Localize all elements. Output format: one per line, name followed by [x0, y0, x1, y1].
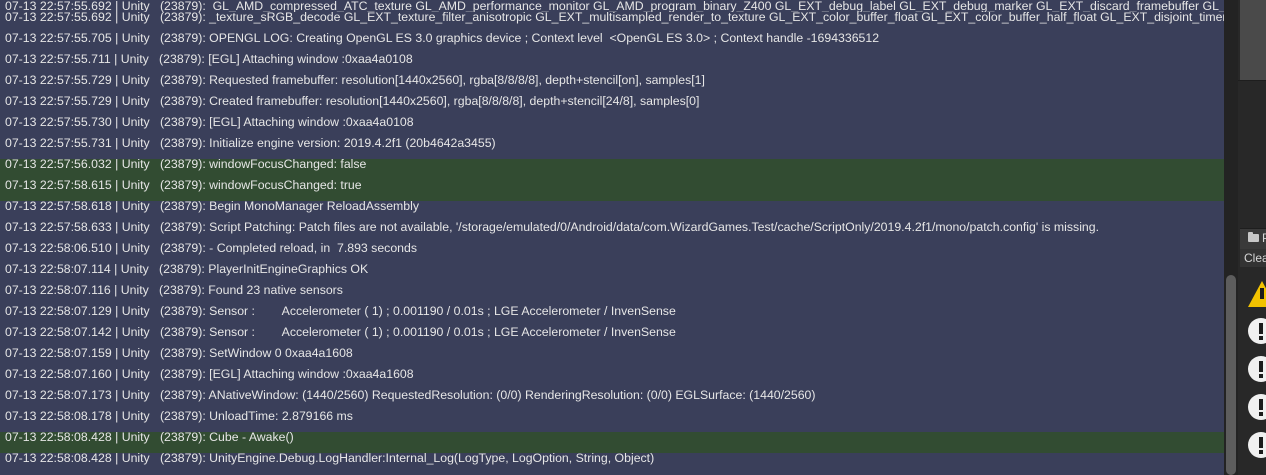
log-row-text: 07-13 22:58:07.173 | Unity (23879): ANat…	[5, 390, 816, 402]
log-row[interactable]: 07-13 22:57:56.032 | Unity (23879): wind…	[0, 159, 1224, 180]
log-row-text: 07-13 22:58:07.159 | Unity (23879): SetW…	[5, 348, 353, 360]
log-row-text: 07-13 22:57:58.618 | Unity (23879): Begi…	[5, 201, 420, 213]
log-row-text: 07-13 22:57:55.729 | Unity (23879): Crea…	[5, 96, 700, 108]
log-row-text: 07-13 22:58:08.178 | Unity (23879): Unlo…	[5, 411, 353, 423]
log-row-text: 07-13 22:58:07.129 | Unity (23879): Sens…	[5, 306, 676, 318]
log-row-text: 07-13 22:58:08.428 | Unity (23879): Unit…	[5, 453, 655, 465]
side-panel: P Clea	[1238, 0, 1266, 475]
error-icon[interactable]	[1248, 394, 1266, 420]
log-row-text: 07-13 22:57:55.730 | Unity (23879): [EGL…	[5, 117, 414, 129]
log-row[interactable]: 07-13 22:58:07.160 | Unity (23879): [EGL…	[0, 369, 1224, 390]
log-row[interactable]: 07-13 22:57:55.705 | Unity (23879): OPEN…	[0, 33, 1224, 54]
warning-icon[interactable]	[1248, 281, 1266, 307]
log-row[interactable]: 07-13 22:58:07.173 | Unity (23879): ANat…	[0, 390, 1224, 411]
scrollbar-thumb[interactable]	[1226, 275, 1236, 475]
log-row[interactable]: 07-13 22:58:08.428 | Unity (23879): Cube…	[0, 432, 1224, 453]
log-row[interactable]: 07-13 22:57:55.711 | Unity (23879): [EGL…	[0, 54, 1224, 75]
log-row-text: 07-13 22:57:55.711 | Unity (23879): [EGL…	[5, 54, 413, 66]
log-row[interactable]: 07-13 22:57:55.729 | Unity (23879): Crea…	[0, 96, 1224, 117]
log-row-text: 07-13 22:58:07.114 | Unity (23879): Play…	[5, 264, 369, 276]
log-row-text: 07-13 22:58:06.510 | Unity (23879): - Co…	[5, 243, 417, 255]
folder-icon	[1248, 232, 1259, 242]
log-list[interactable]: 07-13 22:57:55.692 | Unity (23879): GL_A…	[0, 0, 1224, 475]
log-row[interactable]: 07-13 22:58:07.129 | Unity (23879): Sens…	[0, 306, 1224, 327]
clear-button[interactable]: Clea	[1240, 249, 1266, 267]
side-top-panel	[1240, 0, 1266, 80]
log-row[interactable]: 07-13 22:58:08.178 | Unity (23879): Unlo…	[0, 411, 1224, 432]
log-row-text: 07-13 22:58:07.142 | Unity (23879): Sens…	[5, 327, 676, 339]
log-row-text: 07-13 22:57:55.705 | Unity (23879): OPEN…	[5, 33, 880, 45]
log-row[interactable]: 07-13 22:57:55.730 | Unity (23879): [EGL…	[0, 117, 1224, 138]
log-row-text: 07-13 22:58:07.116 | Unity (23879): Foun…	[5, 285, 343, 297]
side-tab-label: P	[1262, 231, 1266, 245]
log-row-text: 07-13 22:57:55.731 | Unity (23879): Init…	[5, 138, 496, 150]
log-row-text: 07-13 22:57:56.032 | Unity (23879): wind…	[5, 159, 367, 171]
log-row[interactable]: 07-13 22:58:06.510 | Unity (23879): - Co…	[0, 243, 1224, 264]
log-row-text: 07-13 22:57:55.729 | Unity (23879): Requ…	[5, 75, 705, 87]
error-icon[interactable]	[1248, 432, 1266, 458]
vertical-scrollbar[interactable]	[1224, 0, 1238, 475]
error-icon[interactable]	[1248, 318, 1266, 344]
log-row-text: 07-13 22:57:58.633 | Unity (23879): Scri…	[5, 222, 1100, 234]
log-row[interactable]: 07-13 22:57:55.692 | Unity (23879): _tex…	[0, 12, 1224, 33]
log-row[interactable]: 07-13 22:58:08.428 | Unity (23879): Unit…	[0, 453, 1224, 474]
log-row-text: 07-13 22:57:55.692 | Unity (23879): GL_A…	[5, 0, 1224, 12]
log-row[interactable]: 07-13 22:57:58.618 | Unity (23879): Begi…	[0, 201, 1224, 222]
log-row[interactable]: 07-13 22:58:07.116 | Unity (23879): Foun…	[0, 285, 1224, 306]
side-divider	[1238, 80, 1266, 81]
log-row[interactable]: 07-13 22:57:58.633 | Unity (23879): Scri…	[0, 222, 1224, 243]
error-icon[interactable]	[1248, 356, 1266, 382]
log-row-text: 07-13 22:58:08.428 | Unity (23879): Cube…	[5, 432, 294, 444]
log-row-text: 07-13 22:58:07.160 | Unity (23879): [EGL…	[5, 369, 414, 381]
log-row[interactable]: 07-13 22:57:58.615 | Unity (23879): wind…	[0, 180, 1224, 201]
log-row[interactable]: 07-13 22:57:55.729 | Unity (23879): Requ…	[0, 75, 1224, 96]
log-row[interactable]: 07-13 22:57:55.731 | Unity (23879): Init…	[0, 138, 1224, 159]
log-row[interactable]: 07-13 22:58:07.159 | Unity (23879): SetW…	[0, 348, 1224, 369]
log-row[interactable]: 07-13 22:58:07.114 | Unity (23879): Play…	[0, 264, 1224, 285]
side-tab[interactable]: P	[1240, 228, 1266, 249]
log-row[interactable]: 07-13 22:57:55.692 | Unity (23879): GL_A…	[0, 0, 1224, 12]
log-row[interactable]: 07-13 22:58:07.142 | Unity (23879): Sens…	[0, 327, 1224, 348]
log-row-text: 07-13 22:57:58.615 | Unity (23879): wind…	[5, 180, 362, 192]
log-row-text: 07-13 22:57:55.692 | Unity (23879): _tex…	[5, 12, 1224, 24]
